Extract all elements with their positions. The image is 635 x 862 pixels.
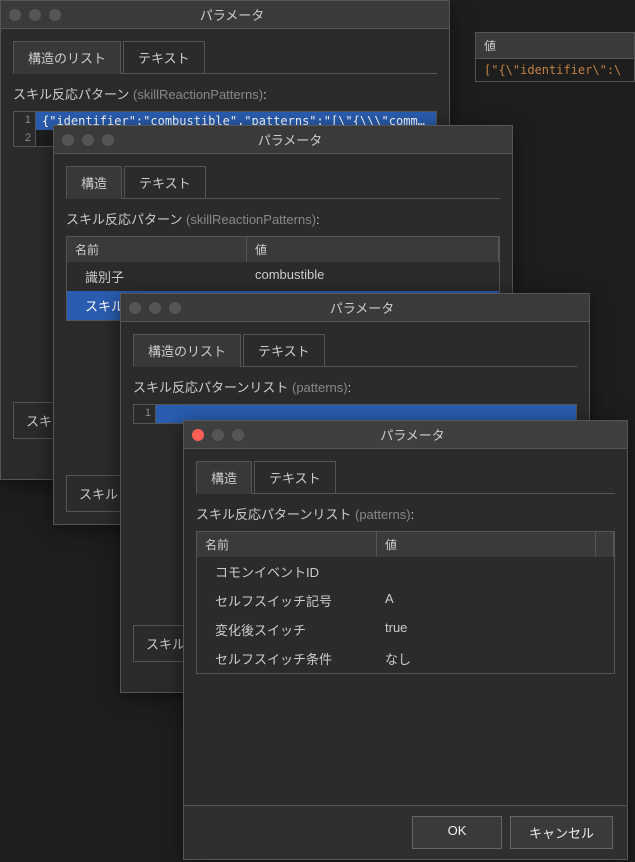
- tab-text[interactable]: テキスト: [254, 461, 336, 493]
- tabs: 構造 テキスト: [66, 166, 500, 199]
- th-name[interactable]: 名前: [67, 237, 247, 262]
- dialog-title: パラメータ: [73, 5, 391, 24]
- table-header: 名前 値: [197, 532, 614, 557]
- cell-value: [377, 560, 614, 583]
- table-row[interactable]: コモンイベントID: [197, 557, 614, 586]
- traffic-lights: [129, 302, 181, 314]
- th-value[interactable]: 値: [377, 532, 596, 557]
- zoom-icon[interactable]: [169, 302, 181, 314]
- th-spacer: [596, 532, 614, 557]
- bg-th-value: 値: [475, 32, 635, 59]
- line-number: 1: [134, 405, 156, 423]
- cell-value: A: [377, 589, 614, 612]
- button-row: OK キャンセル: [184, 805, 627, 859]
- close-icon[interactable]: [192, 429, 204, 441]
- table-row[interactable]: 変化後スイッチtrue: [197, 615, 614, 644]
- zoom-icon[interactable]: [102, 134, 114, 146]
- titlebar[interactable]: パラメータ: [184, 421, 627, 449]
- section-label: スキル反応パターン (skillReactionPatterns):: [66, 209, 500, 228]
- tab-text[interactable]: テキスト: [123, 41, 205, 73]
- tabs: 構造のリスト テキスト: [13, 41, 437, 74]
- cell-name: セルフスイッチ条件: [197, 647, 377, 670]
- tabs: 構造 テキスト: [196, 461, 615, 494]
- close-icon[interactable]: [129, 302, 141, 314]
- traffic-lights: [192, 429, 244, 441]
- table-row[interactable]: セルフスイッチ記号A: [197, 586, 614, 615]
- titlebar[interactable]: パラメータ: [1, 1, 449, 29]
- cell-value: combustible: [247, 265, 499, 288]
- tab-struct-list[interactable]: 構造のリスト: [133, 334, 241, 367]
- section-label: スキル反応パターンリスト (patterns):: [133, 377, 577, 396]
- close-icon[interactable]: [62, 134, 74, 146]
- cell-name: 識別子: [67, 265, 247, 288]
- cell-name: コモンイベントID: [197, 560, 377, 583]
- traffic-lights: [62, 134, 114, 146]
- cell-name: 変化後スイッチ: [197, 618, 377, 641]
- line-number: 2: [14, 130, 36, 146]
- titlebar[interactable]: パラメータ: [121, 294, 589, 322]
- minimize-icon[interactable]: [29, 9, 41, 21]
- minimize-icon[interactable]: [82, 134, 94, 146]
- dialog-title: パラメータ: [193, 298, 531, 317]
- tabs: 構造のリスト テキスト: [133, 334, 577, 367]
- cancel-button[interactable]: キャンセル: [510, 816, 613, 849]
- tab-text[interactable]: テキスト: [243, 334, 325, 366]
- cell-name: セルフスイッチ記号: [197, 589, 377, 612]
- dialog-title: パラメータ: [126, 130, 454, 149]
- section-label: スキル反応パターン (skillReactionPatterns):: [13, 84, 437, 103]
- th-name[interactable]: 名前: [197, 532, 377, 557]
- ok-button[interactable]: OK: [412, 816, 502, 849]
- dialog-title: パラメータ: [256, 425, 569, 444]
- param-table: 名前 値 コモンイベントIDセルフスイッチ記号A変化後スイッチtrueセルフスイ…: [196, 531, 615, 674]
- zoom-icon[interactable]: [232, 429, 244, 441]
- zoom-icon[interactable]: [49, 9, 61, 21]
- background-table-fragment: 値 ["{\"identifier\":\: [475, 32, 635, 82]
- cell-value: なし: [377, 647, 614, 670]
- th-value[interactable]: 値: [247, 237, 499, 262]
- bg-value-cell: ["{\"identifier\":\: [475, 59, 635, 82]
- tab-text[interactable]: テキスト: [124, 166, 206, 198]
- minimize-icon[interactable]: [149, 302, 161, 314]
- line-number: 1: [14, 112, 36, 130]
- dialog-4: パラメータ 構造 テキスト スキル反応パターンリスト (patterns): 名…: [183, 420, 628, 860]
- table-row[interactable]: 識別子 combustible: [67, 262, 499, 291]
- close-icon[interactable]: [9, 9, 21, 21]
- titlebar[interactable]: パラメータ: [54, 126, 512, 154]
- table-row[interactable]: セルフスイッチ条件なし: [197, 644, 614, 673]
- section-label: スキル反応パターンリスト (patterns):: [196, 504, 615, 523]
- table-header: 名前 値: [67, 237, 499, 262]
- tab-struct-list[interactable]: 構造のリスト: [13, 41, 121, 74]
- tab-struct[interactable]: 構造: [66, 166, 122, 199]
- traffic-lights: [9, 9, 61, 21]
- minimize-icon[interactable]: [212, 429, 224, 441]
- tab-struct[interactable]: 構造: [196, 461, 252, 494]
- cell-value: true: [377, 618, 614, 641]
